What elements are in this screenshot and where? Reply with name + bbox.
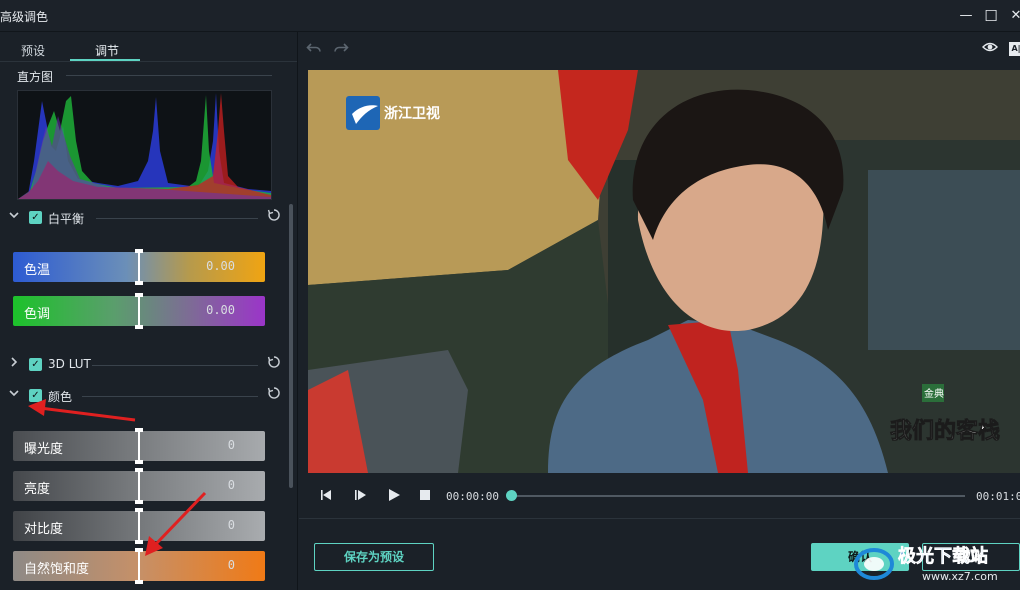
- lut-checkbox[interactable]: ✓: [29, 358, 42, 371]
- chevron-right-icon[interactable]: [8, 357, 20, 369]
- histogram: [17, 90, 272, 200]
- timeline-track[interactable]: [511, 495, 965, 497]
- maximize-icon[interactable]: ☐: [981, 6, 1001, 26]
- channel-logo-text: 浙江卫视: [384, 105, 440, 122]
- video-preview: 浙江卫视 金典 我们的客栈: [308, 70, 1020, 473]
- watermark: 极光下载站 www.xz7.com: [850, 540, 1020, 588]
- temperature-slider[interactable]: 色温 0.00: [13, 249, 265, 285]
- redo-icon[interactable]: [333, 40, 351, 58]
- white-balance-label: 白平衡: [48, 212, 85, 226]
- contrast-value[interactable]: 0: [228, 518, 235, 532]
- exposure-slider[interactable]: 曝光度 0: [13, 428, 265, 464]
- white-balance-checkbox[interactable]: ✓: [29, 211, 42, 224]
- divider: [66, 75, 272, 76]
- vibrance-label: 自然饱和度: [24, 562, 90, 577]
- tint-value[interactable]: 0.00: [206, 303, 235, 317]
- tint-label: 色调: [24, 307, 51, 322]
- contrast-handle[interactable]: [135, 508, 143, 544]
- active-tab-indicator: [70, 59, 140, 61]
- vibrance-handle[interactable]: [135, 548, 143, 584]
- chevron-down-icon[interactable]: [8, 388, 20, 400]
- divider: [96, 218, 258, 219]
- watermark-url: www.xz7.com: [922, 570, 998, 583]
- show-logo-top: 金典: [924, 387, 944, 400]
- adjust-panel: 预设 调节 直方图 ✓ 白平衡 色温 0.00 色调 0.00 ✓ 3D LUT…: [0, 32, 298, 590]
- play-icon[interactable]: [386, 488, 402, 504]
- show-logo-main: 我们的客栈: [890, 418, 1000, 444]
- tab-bar: 预设 调节: [0, 32, 297, 62]
- histogram-graph: [18, 93, 271, 199]
- current-time: 00:00:00: [446, 490, 499, 503]
- brightness-value[interactable]: 0: [228, 478, 235, 492]
- color-label: 颜色: [48, 390, 73, 404]
- title-bar: 高级调色 — ☐ ✕: [0, 0, 1020, 32]
- white-balance-section: ✓ 白平衡: [0, 208, 290, 230]
- close-icon[interactable]: ✕: [1006, 6, 1020, 26]
- reset-icon[interactable]: [267, 355, 283, 371]
- exposure-handle[interactable]: [135, 428, 143, 464]
- tint-handle[interactable]: [135, 293, 143, 329]
- lut-label: 3D LUT: [48, 357, 91, 371]
- contrast-slider[interactable]: 对比度 0: [13, 508, 265, 544]
- ab-compare-icon[interactable]: A|: [1009, 42, 1020, 56]
- divider: [82, 396, 258, 397]
- brightness-label: 亮度: [24, 482, 51, 497]
- color-section: ✓ 颜色: [0, 386, 290, 408]
- scrollbar[interactable]: [289, 204, 293, 488]
- vibrance-slider[interactable]: 自然饱和度 0: [13, 548, 265, 584]
- vibrance-value[interactable]: 0: [228, 558, 235, 572]
- reset-icon[interactable]: [267, 208, 283, 224]
- reset-icon[interactable]: [267, 386, 283, 402]
- window-title: 高级调色: [0, 10, 49, 24]
- brightness-slider[interactable]: 亮度 0: [13, 468, 265, 504]
- exposure-value[interactable]: 0: [228, 438, 235, 452]
- histogram-label: 直方图: [17, 70, 54, 84]
- chevron-down-icon[interactable]: [8, 210, 20, 222]
- temperature-value[interactable]: 0.00: [206, 259, 235, 273]
- divider: [299, 518, 1020, 519]
- timeline-playhead[interactable]: [506, 490, 517, 501]
- temperature-handle[interactable]: [135, 249, 143, 285]
- watermark-logo: 极光下载站 www.xz7.com: [854, 545, 998, 583]
- preview-panel: A| 浙江卫视 金典 我们的客栈 00:00:00 00:01:0 保存为预设 …: [299, 32, 1020, 590]
- next-frame-icon[interactable]: [353, 488, 369, 504]
- playback-controls: 00:00:00 00:01:0: [299, 482, 1020, 512]
- exposure-label: 曝光度: [24, 442, 64, 457]
- eye-icon[interactable]: [982, 41, 1000, 57]
- lut-section: ✓ 3D LUT: [0, 355, 290, 377]
- temperature-label: 色温: [24, 263, 51, 278]
- save-preset-button[interactable]: 保存为预设: [314, 543, 434, 571]
- tab-adjust[interactable]: 调节: [95, 42, 119, 59]
- contrast-label: 对比度: [24, 522, 64, 537]
- tab-presets[interactable]: 预设: [21, 42, 45, 59]
- stop-icon[interactable]: [417, 488, 433, 504]
- minimize-icon[interactable]: —: [956, 6, 976, 26]
- total-time: 00:01:0: [976, 490, 1020, 503]
- divider: [92, 365, 258, 366]
- previous-frame-icon[interactable]: [319, 488, 335, 504]
- video-frame: 浙江卫视 金典 我们的客栈: [308, 70, 1020, 473]
- undo-icon[interactable]: [306, 40, 324, 58]
- color-checkbox[interactable]: ✓: [29, 389, 42, 402]
- tint-slider[interactable]: 色调 0.00: [13, 293, 265, 329]
- brightness-handle[interactable]: [135, 468, 143, 504]
- watermark-text: 极光下载站: [898, 545, 988, 567]
